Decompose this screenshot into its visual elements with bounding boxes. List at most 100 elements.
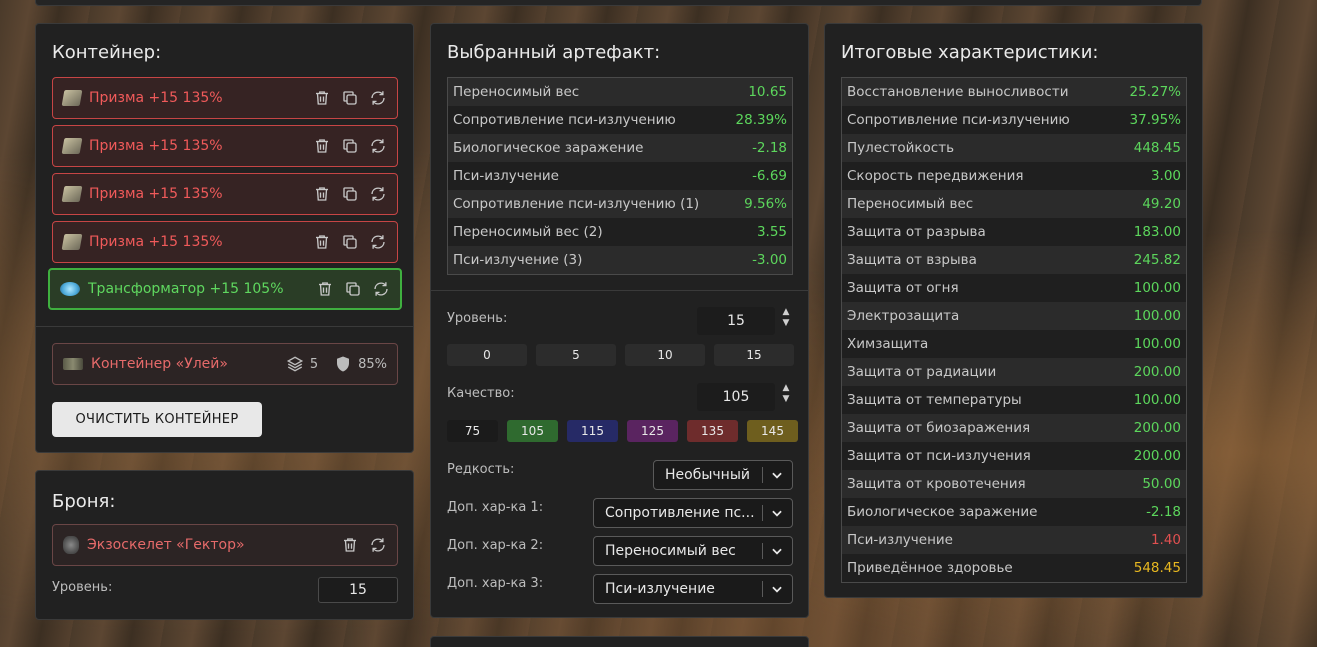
container-item-row[interactable]: Призма +15 135%	[52, 77, 398, 119]
delete-icon[interactable]	[313, 185, 331, 203]
chevron-up-icon[interactable]: ▲	[783, 383, 790, 394]
stat-row: Переносимый вес (2) 3.55	[448, 218, 792, 246]
stat-value: -2.18	[1146, 504, 1181, 520]
totals-panel: Итоговые характеристики: Восстановление …	[824, 23, 1203, 598]
stat-value: 100.00	[1133, 336, 1181, 352]
stat-name: Скорость передвижения	[847, 168, 1024, 184]
extra2-label: Доп. хар-ка 2:	[447, 538, 544, 553]
container-item-label: Трансформатор +15 105%	[88, 281, 284, 297]
swap-icon[interactable]	[369, 536, 387, 554]
stat-row: Защита от кровотечения 50.00	[842, 470, 1186, 498]
chevron-down-icon[interactable]: ▼	[783, 394, 790, 405]
container-panel: Контейнер: Призма +15 135% Призма +15 135…	[35, 23, 414, 453]
copy-icon[interactable]	[341, 185, 359, 203]
level-preset-button[interactable]: 5	[536, 344, 616, 366]
hive-protection: 85%	[358, 356, 387, 372]
extra3-value: Пси-излучение	[605, 581, 715, 597]
stat-row: Приведённое здоровье 548.45	[842, 554, 1186, 582]
copy-icon[interactable]	[341, 233, 359, 251]
level-stepper[interactable]: ▲ ▼	[779, 307, 793, 329]
container-item-label: Призма +15 135%	[89, 234, 223, 250]
artifact-level-label: Уровень:	[447, 311, 508, 326]
quality-preset-button[interactable]: 125	[627, 420, 678, 442]
artifact-quality-input[interactable]: 105	[697, 383, 775, 411]
extra3-select[interactable]: Пси-излучение	[593, 574, 793, 604]
stat-name: Защита от биозаражения	[847, 420, 1031, 436]
stat-name: Защита от температуры	[847, 392, 1022, 408]
stat-name: Химзащита	[847, 336, 929, 352]
swap-icon[interactable]	[372, 280, 390, 298]
quality-preset-button[interactable]: 135	[687, 420, 738, 442]
container-item-row[interactable]: Призма +15 135%	[52, 173, 398, 215]
swap-icon[interactable]	[369, 233, 387, 251]
quality-preset-button[interactable]: 105	[507, 420, 558, 442]
delete-icon[interactable]	[313, 233, 331, 251]
stat-name: Переносимый вес	[847, 196, 974, 212]
quality-preset-button[interactable]: 115	[567, 420, 618, 442]
stat-name: Биологическое заражение	[847, 504, 1038, 520]
armor-item-row[interactable]: Экзоскелет «Гектор»	[52, 524, 398, 566]
copy-icon[interactable]	[341, 89, 359, 107]
quality-stepper[interactable]: ▲ ▼	[779, 383, 793, 405]
container-item-row[interactable]: Призма +15 135%	[52, 221, 398, 263]
stat-name: Защита от радиации	[847, 364, 997, 380]
extra2-select[interactable]: Переносимый вес	[593, 536, 793, 566]
clear-container-button[interactable]: ОЧИСТИТЬ КОНТЕЙНЕР	[52, 402, 262, 437]
copy-icon[interactable]	[344, 280, 362, 298]
stat-name: Защита от взрыва	[847, 252, 977, 268]
container-divider	[36, 326, 413, 327]
stat-row: Защита от температуры 100.00	[842, 386, 1186, 414]
stat-row: Электрозащита 100.00	[842, 302, 1186, 330]
artifact-panel: Выбранный артефакт: Переносимый вес 10.65…	[430, 23, 809, 618]
hive-container-icon	[63, 358, 83, 370]
stat-row: Пулестойкость 448.45	[842, 134, 1186, 162]
swap-icon[interactable]	[369, 137, 387, 155]
delete-icon[interactable]	[313, 89, 331, 107]
stat-name: Защита от разрыва	[847, 224, 986, 240]
swap-icon[interactable]	[369, 185, 387, 203]
delete-icon[interactable]	[313, 137, 331, 155]
stat-row: Переносимый вес 49.20	[842, 190, 1186, 218]
artifact-divider	[431, 290, 808, 291]
container-hive-row[interactable]: Контейнер «Улей» 5 85%	[52, 343, 398, 385]
stat-value: 200.00	[1133, 364, 1181, 380]
stat-value: -2.18	[752, 140, 787, 156]
stat-row: Сопротивление пси-излучению 28.39%	[448, 106, 792, 134]
delete-icon[interactable]	[316, 280, 334, 298]
stat-row: Скорость передвижения 3.00	[842, 162, 1186, 190]
stat-name: Пси-излучение (3)	[453, 252, 583, 268]
extra1-label: Доп. хар-ка 1:	[447, 500, 544, 515]
container-item-row[interactable]: Призма +15 135%	[52, 125, 398, 167]
quality-preset-button[interactable]: 145	[747, 420, 798, 442]
stat-name: Электрозащита	[847, 308, 960, 324]
armor-item-label: Экзоскелет «Гектор»	[87, 537, 245, 553]
rarity-select[interactable]: Необычный	[653, 460, 793, 490]
stat-name: Защита от пси-излучения	[847, 448, 1031, 464]
stat-name: Защита от кровотечения	[847, 476, 1026, 492]
container-item-row[interactable]: Трансформатор +15 105%	[48, 268, 402, 310]
delete-icon[interactable]	[341, 536, 359, 554]
stat-value: 9.56%	[744, 196, 787, 212]
quality-preset-button[interactable]: 75	[447, 420, 498, 442]
hive-slots: 5	[309, 356, 319, 372]
stat-name: Сопротивление пси-излучению (1)	[453, 196, 700, 212]
level-preset-button[interactable]: 15	[714, 344, 794, 366]
chevron-down-icon	[770, 468, 786, 482]
armor-level-input[interactable]: 15	[318, 577, 398, 603]
level-preset-button[interactable]: 10	[625, 344, 705, 366]
copy-icon[interactable]	[341, 137, 359, 155]
stat-row: Химзащита 100.00	[842, 330, 1186, 358]
stat-value: 25.27%	[1129, 84, 1181, 100]
chevron-up-icon[interactable]: ▲	[783, 307, 790, 318]
swap-icon[interactable]	[369, 89, 387, 107]
stat-row: Защита от пси-излучения 200.00	[842, 442, 1186, 470]
level-preset-button[interactable]: 0	[447, 344, 527, 366]
stat-row: Пси-излучение 1.40	[842, 526, 1186, 554]
chevron-down-icon[interactable]: ▼	[783, 318, 790, 329]
artifact-quality-label: Качество:	[447, 386, 515, 401]
extra2-value: Переносимый вес	[605, 543, 736, 559]
extra1-select[interactable]: Сопротивление пс...	[593, 498, 793, 528]
artifact-level-input[interactable]: 15	[697, 307, 775, 335]
stat-value: 245.82	[1133, 252, 1181, 268]
stat-value: 50.00	[1142, 476, 1181, 492]
